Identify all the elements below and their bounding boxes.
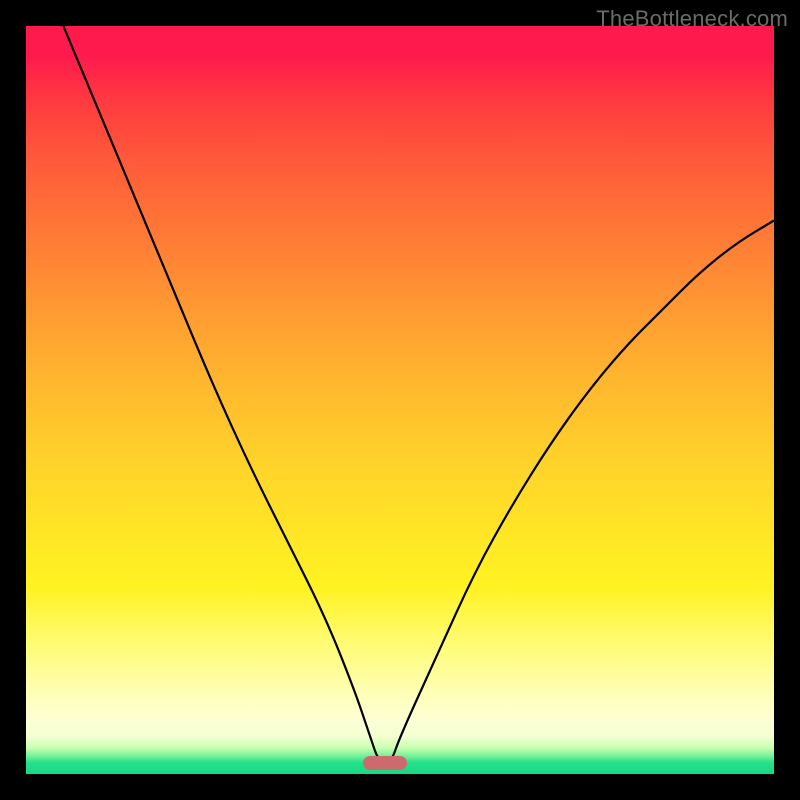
watermark-text: TheBottleneck.com	[596, 6, 788, 32]
bottleneck-curve-path	[63, 26, 774, 763]
optimal-marker	[363, 756, 407, 770]
bottleneck-curve	[26, 26, 774, 774]
chart-plot-area	[26, 26, 774, 774]
chart-frame: TheBottleneck.com	[0, 0, 800, 800]
